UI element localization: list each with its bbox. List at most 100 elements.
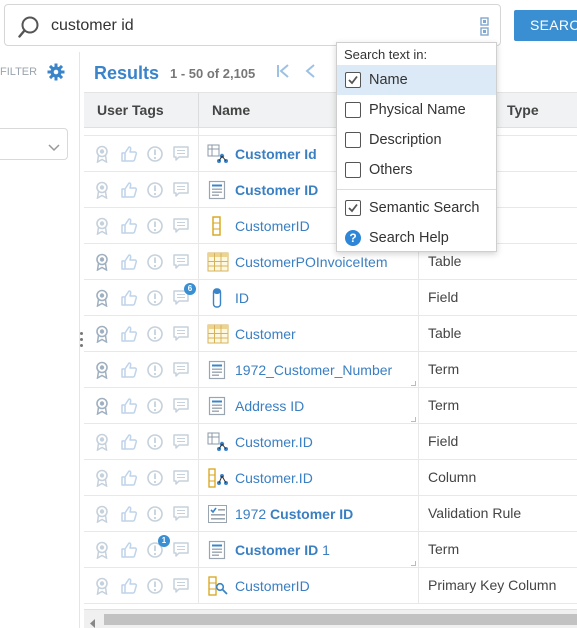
table-row[interactable] (84, 128, 577, 136)
table-row[interactable]: Customer ID (84, 172, 577, 208)
checkbox-description[interactable] (345, 132, 361, 148)
table-row[interactable]: 1 Customer ID 1 Term (84, 532, 577, 568)
table-row[interactable]: Customer Table (84, 316, 577, 352)
endorse-ribbon-icon[interactable] (94, 128, 110, 132)
checkbox-semantic-search[interactable] (345, 200, 361, 216)
option-others[interactable]: Others (337, 155, 496, 185)
warning-icon[interactable] (146, 361, 164, 384)
comment-icon[interactable] (172, 128, 190, 132)
result-name-link[interactable]: Customer (235, 326, 296, 342)
table-row[interactable]: 1972_Customer_Number Term (84, 352, 577, 388)
search-input[interactable]: customer id (51, 17, 134, 35)
endorse-ribbon-icon[interactable] (94, 253, 110, 276)
endorse-ribbon-icon[interactable] (94, 181, 110, 204)
warning-icon[interactable] (146, 325, 164, 348)
column-header-user-tags[interactable]: User Tags (97, 102, 164, 118)
table-row[interactable]: Customer Id (84, 136, 577, 172)
endorse-ribbon-icon[interactable] (94, 541, 110, 564)
result-name-link[interactable]: CustomerPOInvoiceItem (235, 254, 388, 270)
resize-grip[interactable] (411, 417, 416, 422)
search-button[interactable]: SEARCH (514, 10, 577, 41)
resize-grip[interactable] (411, 561, 416, 566)
facet-select[interactable] (0, 128, 68, 160)
option-name[interactable]: Name (337, 65, 496, 95)
thumbs-up-icon[interactable] (120, 469, 138, 492)
endorse-ribbon-icon[interactable] (94, 145, 110, 168)
thumbs-up-icon[interactable] (120, 128, 138, 132)
result-name-link[interactable]: Customer Id (235, 146, 317, 162)
horizontal-scrollbar[interactable] (84, 609, 577, 628)
comment-icon[interactable] (172, 397, 190, 420)
column-header-name[interactable]: Name (212, 102, 250, 118)
thumbs-up-icon[interactable] (120, 433, 138, 456)
endorse-ribbon-icon[interactable] (94, 505, 110, 528)
result-name-link[interactable]: 1972 Customer ID (235, 506, 353, 522)
table-row[interactable]: CustomerPOInvoiceItem Table (84, 244, 577, 280)
endorse-ribbon-icon[interactable] (94, 433, 110, 456)
thumbs-up-icon[interactable] (120, 577, 138, 600)
endorse-ribbon-icon[interactable] (94, 577, 110, 600)
endorse-ribbon-icon[interactable] (94, 217, 110, 240)
comment-icon[interactable] (172, 253, 190, 276)
thumbs-up-icon[interactable] (120, 253, 138, 276)
prev-page-icon[interactable] (304, 63, 316, 84)
comment-icon[interactable] (172, 217, 190, 240)
table-row[interactable]: Customer.ID Column (84, 460, 577, 496)
comment-icon[interactable] (172, 505, 190, 528)
result-name-link[interactable]: Customer ID 1 (235, 542, 330, 558)
comment-icon[interactable] (172, 181, 190, 204)
endorse-ribbon-icon[interactable] (94, 289, 110, 312)
table-row[interactable]: 1972 Customer ID Validation Rule (84, 496, 577, 532)
warning-icon[interactable] (146, 397, 164, 420)
comment-icon[interactable] (172, 433, 190, 456)
result-name-link[interactable]: CustomerID (235, 578, 310, 594)
result-name-link[interactable]: ID (235, 290, 249, 306)
warning-icon[interactable] (146, 577, 164, 600)
table-row[interactable]: CustomerID Primary Key Column (84, 568, 577, 604)
option-physical-name[interactable]: Physical Name (337, 95, 496, 125)
warning-icon[interactable] (146, 469, 164, 492)
filter-label[interactable]: FILTER (0, 66, 37, 78)
thumbs-up-icon[interactable] (120, 397, 138, 420)
comment-icon[interactable] (172, 577, 190, 600)
result-name-link[interactable]: Customer ID (235, 182, 318, 198)
thumbs-up-icon[interactable] (120, 505, 138, 528)
warning-icon[interactable] (146, 433, 164, 456)
comment-icon[interactable] (172, 325, 190, 348)
comment-icon[interactable] (172, 469, 190, 492)
warning-icon[interactable] (146, 128, 164, 132)
warning-icon[interactable] (146, 181, 164, 204)
thumbs-up-icon[interactable] (120, 361, 138, 384)
checkbox-others[interactable] (345, 162, 361, 178)
thumbs-up-icon[interactable] (120, 541, 138, 564)
result-name-link[interactable]: 1972_Customer_Number (235, 362, 392, 378)
endorse-ribbon-icon[interactable] (94, 397, 110, 420)
checkbox-name[interactable] (345, 72, 361, 88)
resize-grip[interactable] (411, 381, 416, 386)
warning-icon[interactable] (146, 217, 164, 240)
thumbs-up-icon[interactable] (120, 145, 138, 168)
column-header-type[interactable]: Type (507, 102, 539, 118)
scrollbar-thumb[interactable] (104, 614, 577, 625)
comment-icon[interactable] (172, 145, 190, 168)
thumbs-up-icon[interactable] (120, 181, 138, 204)
endorse-ribbon-icon[interactable] (94, 361, 110, 384)
comment-icon[interactable] (172, 361, 190, 384)
table-row[interactable]: 6 ID Field (84, 280, 577, 316)
warning-icon[interactable] (146, 289, 164, 312)
search-help-link[interactable]: ? Search Help (337, 223, 496, 253)
table-row[interactable]: CustomerID (84, 208, 577, 244)
result-name-link[interactable]: Customer.ID (235, 434, 313, 450)
endorse-ribbon-icon[interactable] (94, 325, 110, 348)
endorse-ribbon-icon[interactable] (94, 469, 110, 492)
first-page-icon[interactable] (276, 63, 290, 84)
table-row[interactable]: Customer.ID Field (84, 424, 577, 460)
search-bar[interactable]: customer id (4, 4, 501, 46)
option-semantic-search[interactable]: Semantic Search (337, 193, 496, 223)
result-name-link[interactable]: CustomerID (235, 218, 310, 234)
checkbox-physical-name[interactable] (345, 102, 361, 118)
scroll-left-icon[interactable] (90, 615, 96, 628)
thumbs-up-icon[interactable] (120, 289, 138, 312)
comment-icon[interactable] (172, 541, 190, 564)
thumbs-up-icon[interactable] (120, 217, 138, 240)
